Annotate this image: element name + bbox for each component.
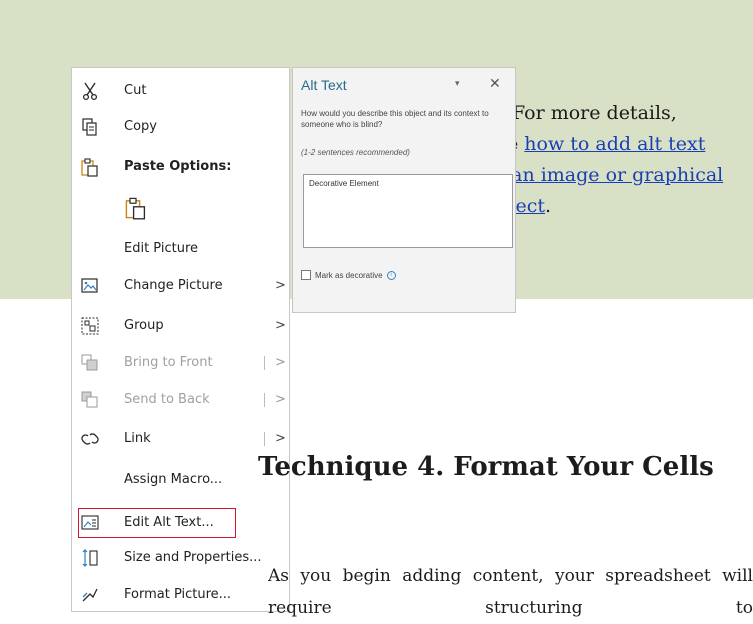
alt-text-question: How would you describe this object and i…: [301, 109, 489, 129]
alt-text-icon: [81, 515, 99, 530]
menu-item-send-to-back[interactable]: Send to Back >: [72, 385, 291, 415]
info-icon[interactable]: i: [386, 270, 396, 280]
menu-item-link[interactable]: Link >: [72, 424, 291, 454]
send-to-back-icon: [81, 391, 98, 408]
menu-item-label: Copy: [124, 119, 157, 134]
change-picture-icon: [81, 278, 98, 293]
group-icon: [81, 317, 99, 335]
size-icon: [82, 549, 98, 567]
menu-item-label: Edit Alt Text...: [124, 515, 214, 530]
details-text: For more details, see how to add alt tex…: [486, 98, 726, 222]
menu-item-label: Format Picture...: [124, 587, 232, 602]
menu-item-size-properties[interactable]: Size and Properties...: [72, 543, 291, 573]
details-period: .: [545, 195, 552, 217]
chevron-right-icon: >: [275, 278, 286, 293]
menu-item-format-picture[interactable]: Format Picture...: [72, 580, 291, 610]
context-menu: Cut Copy Paste Options: Edit Picture Cha…: [71, 67, 290, 612]
menu-item-label: Link: [124, 431, 151, 446]
scissors-icon: [82, 82, 98, 101]
menu-item-label: Size and Properties...: [124, 550, 262, 565]
menu-item-paste-options: Paste Options:: [72, 152, 291, 182]
paste-picture-icon: [125, 197, 146, 220]
split-divider: [264, 432, 265, 446]
menu-item-label: Group: [124, 318, 164, 333]
split-divider: [264, 356, 265, 370]
link-icon: [81, 433, 99, 445]
alt-text-hint: (1-2 sentences recommended): [301, 148, 410, 157]
paste-icon: [81, 158, 98, 177]
copy-icon: [82, 118, 97, 136]
chevron-right-icon: >: [275, 392, 286, 407]
menu-item-copy[interactable]: Copy: [72, 112, 291, 142]
mark-decorative-row[interactable]: Mark as decorative i: [301, 270, 396, 280]
menu-item-edit-alt-text[interactable]: Edit Alt Text...: [78, 508, 236, 538]
alt-text-input[interactable]: Decorative Element: [303, 174, 513, 248]
menu-item-label: Bring to Front: [124, 355, 213, 370]
menu-item-group[interactable]: Group >: [72, 311, 291, 341]
menu-item-bring-to-front[interactable]: Bring to Front >: [72, 348, 291, 378]
mark-decorative-label: Mark as decorative: [315, 270, 383, 280]
menu-item-label: Assign Macro...: [124, 472, 223, 487]
menu-item-cut[interactable]: Cut: [72, 76, 291, 106]
section-heading: Technique 4. Format Your Cells: [258, 452, 714, 482]
body-paragraph: As you begin adding content, your spread…: [268, 566, 753, 618]
bring-to-front-icon: [81, 354, 98, 371]
menu-item-label: Paste Options:: [124, 159, 232, 174]
alt-text-pane-title: Alt Text: [301, 77, 347, 93]
chevron-down-icon[interactable]: ▾: [455, 79, 460, 89]
close-icon[interactable]: ✕: [489, 76, 501, 92]
menu-item-label: Edit Picture: [124, 241, 199, 256]
chevron-right-icon: >: [275, 318, 286, 333]
menu-item-change-picture[interactable]: Change Picture >: [72, 271, 291, 301]
chevron-right-icon: >: [275, 355, 286, 370]
menu-item-edit-picture[interactable]: Edit Picture: [72, 234, 291, 264]
chevron-right-icon: >: [275, 431, 286, 446]
alt-text-help-link[interactable]: how to add alt text to an image or graph…: [486, 133, 723, 217]
mark-decorative-checkbox[interactable]: [301, 270, 311, 280]
format-picture-icon: [82, 588, 98, 602]
menu-item-label: Cut: [124, 83, 147, 98]
menu-item-paste-picture[interactable]: [72, 190, 291, 230]
split-divider: [264, 393, 265, 407]
alt-text-pane: Alt Text ▾ ✕ How would you describe this…: [292, 67, 516, 313]
menu-item-label: Change Picture: [124, 278, 223, 293]
details-line1: For more details,: [512, 102, 677, 124]
menu-item-label: Send to Back: [124, 392, 210, 407]
